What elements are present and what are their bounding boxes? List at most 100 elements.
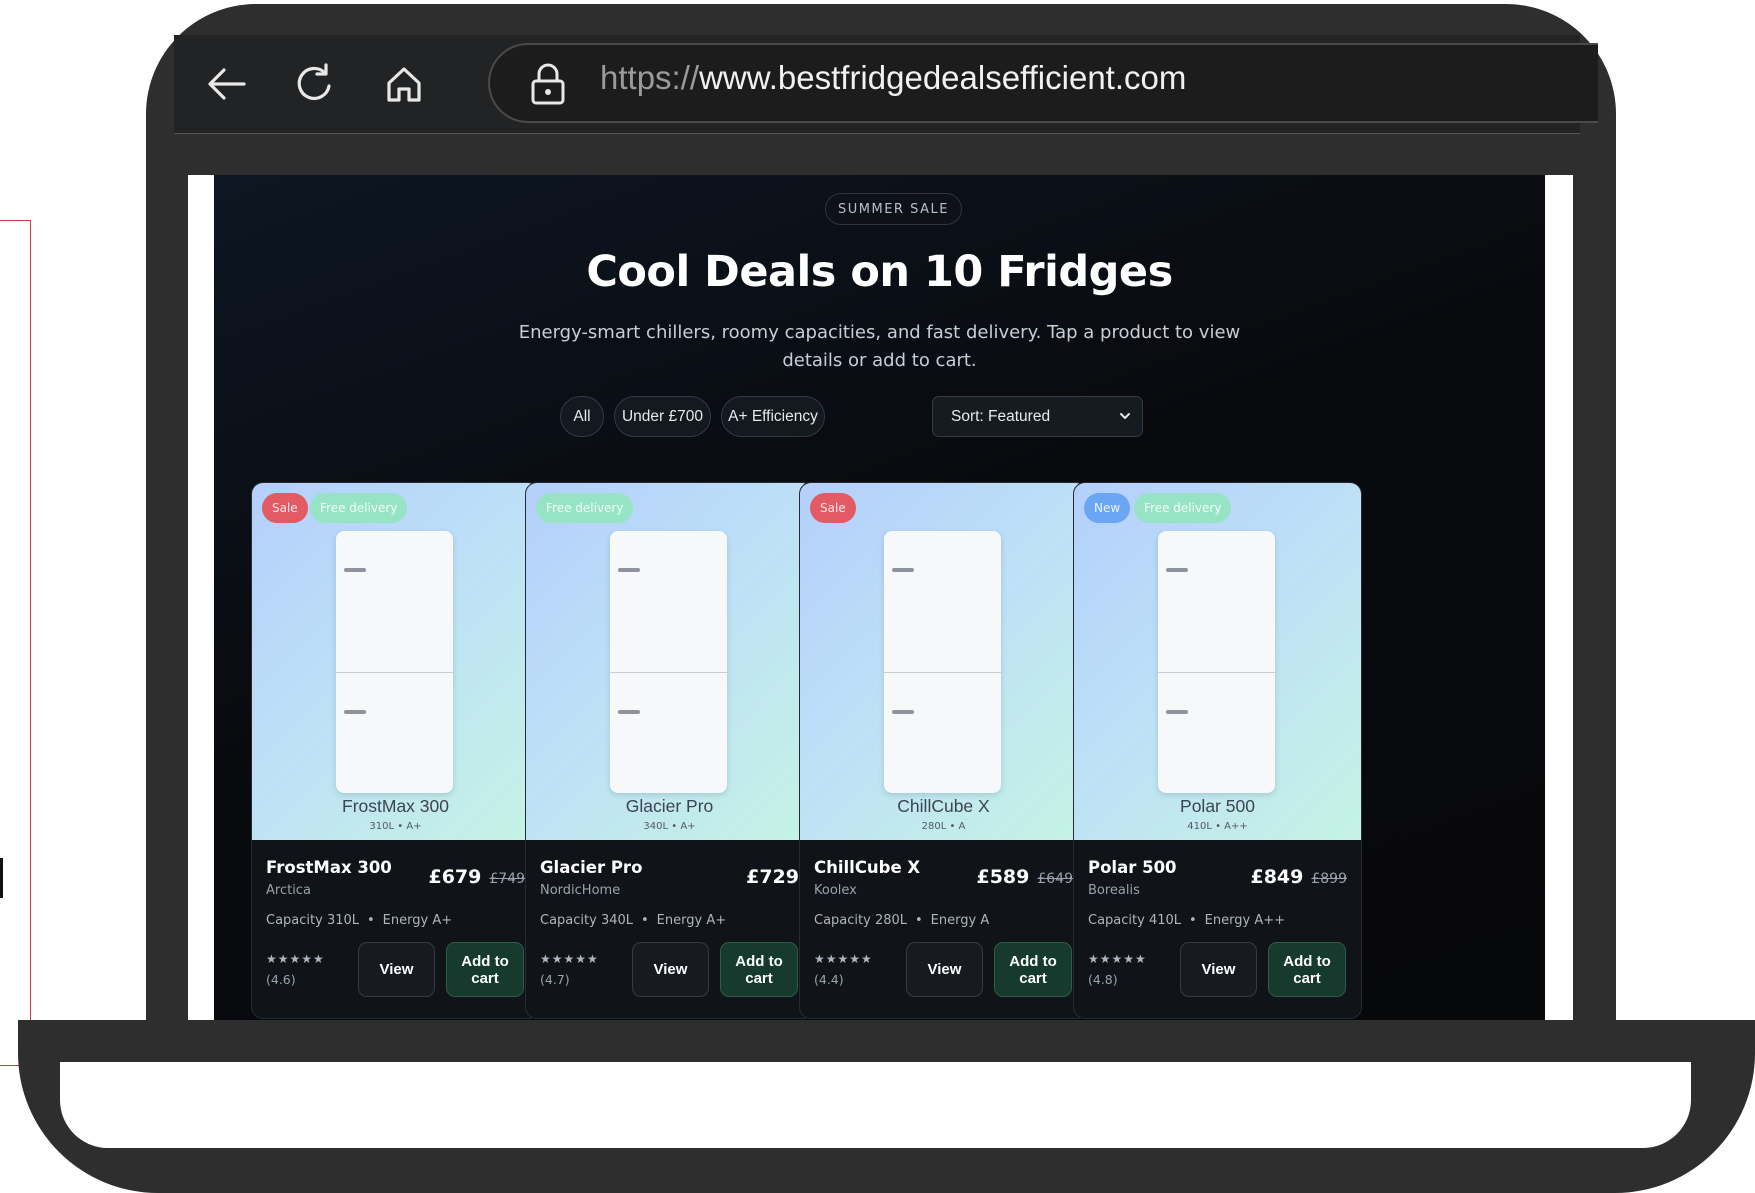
sale-badge: Sale: [262, 493, 308, 523]
product-price: £729: [746, 866, 799, 888]
view-button[interactable]: View: [358, 942, 435, 997]
product-price: £679 £749: [428, 866, 525, 888]
energy-spec: Energy A+: [382, 913, 453, 928]
page-subtitle: Energy-smart chillers, roomy capacities,…: [518, 322, 1241, 371]
fridge-illustration: [1158, 531, 1275, 793]
product-info: Polar 500 Borealis £849 £899 Capacity 410…: [1074, 840, 1361, 1018]
capacity-spec: Capacity 310L: [266, 913, 359, 928]
url-host: www.bestfridgedealsefficient.com: [699, 59, 1187, 96]
current-price: £589: [976, 866, 1030, 888]
laptop-base-surface: [60, 1062, 1691, 1148]
arrow-left-icon: [208, 68, 246, 100]
back-button[interactable]: [200, 57, 254, 111]
product-info: FrostMax 300 Arctica £679 £749 Capacity 3…: [252, 840, 539, 1018]
current-price: £849: [1250, 866, 1304, 888]
sort-select-value: Sort: Featured: [951, 407, 1051, 425]
sale-badge: Sale: [810, 493, 856, 523]
capacity-spec: Capacity 410L: [1088, 913, 1181, 928]
original-price: £749: [489, 871, 525, 887]
reload-button[interactable]: [287, 57, 341, 111]
add-to-cart-button[interactable]: Add to cart: [1268, 942, 1346, 997]
star-rating: ★★★★★: [814, 952, 873, 966]
page-title: Cool Deals on 10 Fridges: [586, 247, 1173, 297]
filter-all-chip[interactable]: All: [560, 396, 604, 437]
add-to-cart-button[interactable]: Add to cart: [994, 942, 1072, 997]
original-price: £899: [1311, 871, 1347, 887]
product-card[interactable]: Free delivery Glacier Pro 340L • A+ Glac…: [525, 482, 814, 1019]
product-image[interactable]: Sale ChillCube X 280L • A: [800, 483, 1087, 840]
product-name[interactable]: Polar 500: [1088, 858, 1177, 877]
product-name[interactable]: Glacier Pro: [540, 858, 642, 877]
capacity-spec: Capacity 340L: [540, 913, 633, 928]
product-image[interactable]: New Free delivery Polar 500 410L • A++: [1074, 483, 1361, 840]
filter-a-plus-chip[interactable]: A+ Efficiency: [721, 396, 825, 437]
product-name[interactable]: ChillCube X: [814, 858, 920, 877]
sort-select[interactable]: Sort: Featured: [932, 396, 1143, 437]
annotation-tick: [0, 858, 3, 898]
current-price: £679: [428, 866, 482, 888]
product-specs: Capacity 410L • Energy A++: [1088, 913, 1285, 928]
filter-under-700-chip[interactable]: Under £700: [614, 396, 711, 437]
free-delivery-badge: Free delivery: [310, 493, 408, 523]
browser-viewport: SUMMER SALE Cool Deals on 10 Fridges Ene…: [188, 175, 1573, 1028]
new-badge: New: [1084, 493, 1131, 523]
product-name[interactable]: FrostMax 300: [266, 858, 392, 877]
annotation-frame: [0, 220, 31, 1066]
add-to-cart-button[interactable]: Add to cart: [446, 942, 524, 997]
image-product-spec: 280L • A: [921, 821, 966, 832]
product-specs: Capacity 340L • Energy A+: [540, 913, 727, 928]
product-card[interactable]: New Free delivery Polar 500 410L • A++ P…: [1073, 482, 1362, 1019]
product-card[interactable]: Sale Free delivery FrostMax 300 310L • A…: [251, 482, 540, 1019]
lock-icon: [531, 63, 565, 105]
energy-spec: Energy A++: [1204, 913, 1285, 928]
image-product-spec: 410L • A++: [1187, 821, 1248, 832]
fridge-illustration: [884, 531, 1001, 793]
image-product-name: Glacier Pro: [625, 796, 714, 816]
free-delivery-badge: Free delivery: [536, 493, 634, 523]
product-specs: Capacity 280L • Energy A: [814, 913, 990, 928]
product-specs: Capacity 310L • Energy A+: [266, 913, 453, 928]
energy-spec: Energy A: [930, 913, 990, 928]
product-brand: NordicHome: [540, 883, 621, 898]
summer-sale-pill: SUMMER SALE: [825, 193, 962, 225]
product-card[interactable]: Sale ChillCube X 280L • A ChillCube X Ko…: [799, 482, 1088, 1019]
rating-value: (4.4): [814, 972, 844, 987]
fridge-illustration: [336, 531, 453, 793]
rating-value: (4.8): [1088, 972, 1118, 987]
capacity-spec: Capacity 280L: [814, 913, 907, 928]
image-product-name: ChillCube X: [897, 796, 990, 816]
star-rating: ★★★★★: [266, 952, 325, 966]
product-brand: Arctica: [266, 883, 311, 898]
image-product-spec: 340L • A+: [643, 821, 696, 832]
home-button[interactable]: [377, 57, 431, 111]
free-delivery-badge: Free delivery: [1134, 493, 1232, 523]
product-info: Glacier Pro NordicHome £729 Capacity 340…: [526, 840, 813, 1018]
image-product-name: FrostMax 300: [342, 796, 449, 816]
view-button[interactable]: View: [632, 942, 709, 997]
product-image[interactable]: Sale Free delivery FrostMax 300 310L • A…: [252, 483, 539, 840]
view-button[interactable]: View: [1180, 942, 1257, 997]
current-price: £729: [746, 866, 799, 888]
url-text[interactable]: https://www.bestfridgedealsefficient.com: [600, 59, 1186, 97]
product-price: £849 £899: [1250, 866, 1347, 888]
star-rating: ★★★★★: [540, 952, 599, 966]
rating-value: (4.7): [540, 972, 570, 987]
rating-value: (4.6): [266, 972, 296, 987]
view-button[interactable]: View: [906, 942, 983, 997]
home-icon: [387, 67, 421, 102]
chevron-down-icon: [1120, 413, 1130, 419]
product-brand: Koolex: [814, 883, 857, 898]
add-to-cart-button[interactable]: Add to cart: [720, 942, 798, 997]
original-price: £649: [1037, 871, 1073, 887]
product-image[interactable]: Free delivery Glacier Pro 340L • A+: [526, 483, 813, 840]
image-product-spec: 310L • A+: [369, 821, 422, 832]
address-bar[interactable]: https://www.bestfridgedealsefficient.com: [488, 43, 1598, 123]
star-rating: ★★★★★: [1088, 952, 1147, 966]
energy-spec: Energy A+: [656, 913, 727, 928]
laptop-base: [18, 1020, 1755, 1193]
product-price: £589 £649: [976, 866, 1073, 888]
refresh-icon: [297, 63, 331, 100]
product-info: ChillCube X Koolex £589 £649 Capacity 280…: [800, 840, 1087, 1018]
url-scheme: https://: [600, 59, 700, 96]
browser-toolbar: https://www.bestfridgedealsefficient.com: [174, 35, 1598, 134]
